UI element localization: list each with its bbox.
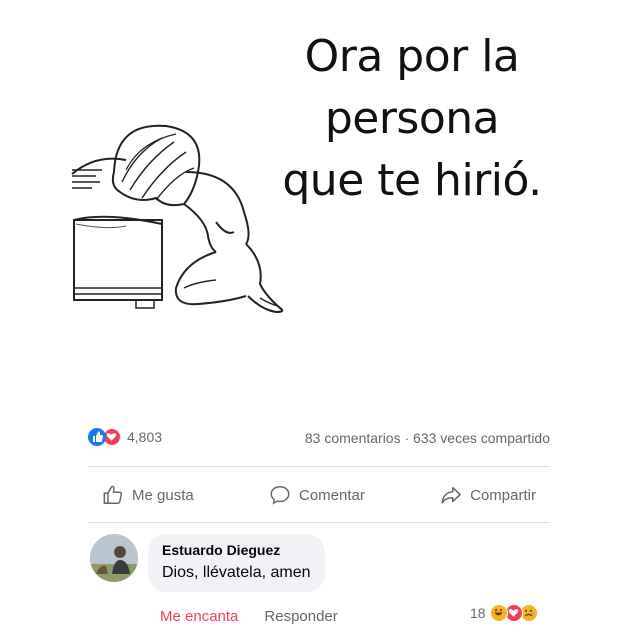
haha-icon: [489, 604, 508, 622]
like-label: Me gusta: [132, 486, 194, 504]
post-image[interactable]: Ora por la persona que te hirió.: [0, 0, 640, 415]
praying-woman-illustration: [71, 124, 284, 314]
quote-text: Ora por la persona que te hirió.: [262, 26, 562, 212]
thumbs-up-icon: [103, 485, 123, 504]
comment-reply-button[interactable]: Responder: [264, 608, 337, 625]
reaction-stats: 4,803 83 comentarios · 633 veces compart…: [88, 428, 550, 450]
comment-love-button[interactable]: Me encanta: [160, 608, 238, 625]
share-arrow-icon: [441, 486, 462, 504]
share-label: Compartir: [470, 486, 536, 504]
comment-label: Comentar: [298, 486, 365, 504]
comment-bubble-icon: [270, 486, 290, 505]
comment-reactions[interactable]: 18: [470, 604, 538, 622]
like-icon: [88, 428, 106, 446]
quote-line: que te hirió.: [282, 155, 542, 206]
like-button[interactable]: Me gusta: [88, 484, 208, 506]
comments-shares-count[interactable]: 83 comentarios · 633 veces compartido: [305, 430, 550, 446]
comment-reaction-count: 18: [470, 605, 486, 621]
reaction-count: 4,803: [127, 429, 163, 445]
comment-actions: Me encanta Responder: [160, 608, 338, 625]
comment-button[interactable]: Comentar: [255, 484, 379, 506]
share-button[interactable]: Compartir: [426, 484, 550, 506]
comment-text: Dios, llévatela, amen: [162, 564, 311, 581]
comment-bubble: Estuardo Dieguez Dios, llévatela, amen: [148, 534, 325, 592]
divider: [88, 466, 550, 467]
divider: [88, 522, 550, 523]
quote-line: persona: [324, 93, 500, 144]
reactions-summary[interactable]: 4,803: [88, 428, 162, 446]
post-action-bar: Me gusta Comentar Compartir: [88, 478, 550, 512]
comment-author[interactable]: Estuardo Dieguez: [162, 542, 311, 558]
quote-line: Ora por la: [304, 31, 520, 82]
avatar[interactable]: [90, 534, 138, 582]
